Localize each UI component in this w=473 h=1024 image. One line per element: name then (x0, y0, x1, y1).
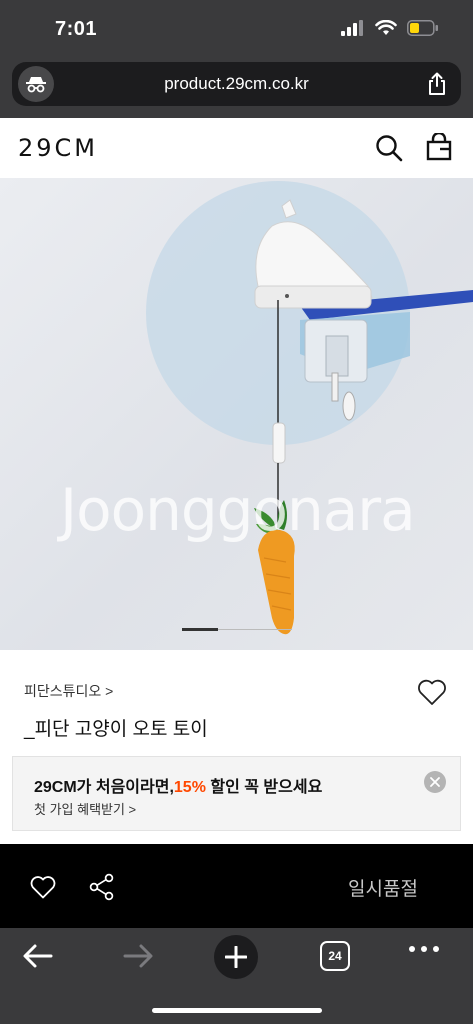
product-info: 피단스튜디오 > _피단 고양이 오토 토이 29CM가 처음이라면,15% 할… (0, 650, 473, 844)
promo-discount: 15% (173, 779, 206, 796)
share-icon[interactable] (427, 72, 447, 96)
soldout-button[interactable]: 일시품절 (348, 874, 418, 901)
purchase-action-bar: 일시품절 (0, 844, 473, 928)
site-header: 29CM (0, 118, 473, 178)
carousel-indicator (182, 628, 292, 631)
status-bar: 7:01 (0, 0, 473, 60)
site-logo[interactable]: 29CM (18, 134, 98, 162)
back-arrow-icon[interactable] (22, 942, 54, 970)
promo-title-prefix: 29CM가 처음이라면, (34, 779, 174, 796)
heart-icon[interactable] (416, 677, 448, 707)
carousel-indicator-track (218, 629, 292, 630)
promo-signup-link[interactable]: 첫 가입 혜택받기 > (34, 799, 136, 818)
search-icon[interactable] (375, 134, 403, 162)
tab-switcher-button[interactable]: 24 (320, 941, 350, 971)
url-text[interactable]: product.29cm.co.kr (12, 74, 461, 94)
address-bar-area: product.29cm.co.kr (0, 60, 473, 118)
promo-title: 29CM가 처음이라면,15% 할인 꼭 받으세요 (34, 773, 322, 797)
status-time: 7:01 (55, 18, 98, 40)
new-tab-button[interactable] (214, 935, 258, 979)
share-icon[interactable] (88, 873, 116, 901)
product-image[interactable]: Joonggonara (0, 178, 473, 650)
heart-icon[interactable] (29, 874, 57, 900)
shopping-bag-icon[interactable] (426, 133, 452, 161)
wifi-icon (375, 20, 397, 35)
product-title: _피단 고양이 오토 토이 (24, 719, 208, 740)
more-icon[interactable] (408, 944, 440, 954)
home-indicator (152, 1008, 322, 1013)
battery-icon (407, 20, 438, 36)
product-photo (146, 181, 473, 635)
brand-link[interactable]: 피단스튜디오 > (24, 681, 113, 701)
carousel-indicator-active (182, 628, 218, 631)
address-bar[interactable]: product.29cm.co.kr (12, 62, 461, 106)
close-icon[interactable] (424, 771, 446, 793)
status-icons (341, 20, 439, 36)
promo-title-suffix: 할인 꼭 받으세요 (205, 779, 323, 796)
first-signup-promo-banner[interactable]: 29CM가 처음이라면,15% 할인 꼭 받으세요 첫 가입 혜택받기 > (12, 756, 461, 831)
forward-arrow-icon[interactable] (122, 942, 154, 970)
watermark: Joonggonara (60, 476, 416, 544)
browser-toolbar: 24 (0, 928, 473, 1024)
plus-icon (225, 946, 247, 968)
cellular-signal-icon (341, 20, 363, 36)
